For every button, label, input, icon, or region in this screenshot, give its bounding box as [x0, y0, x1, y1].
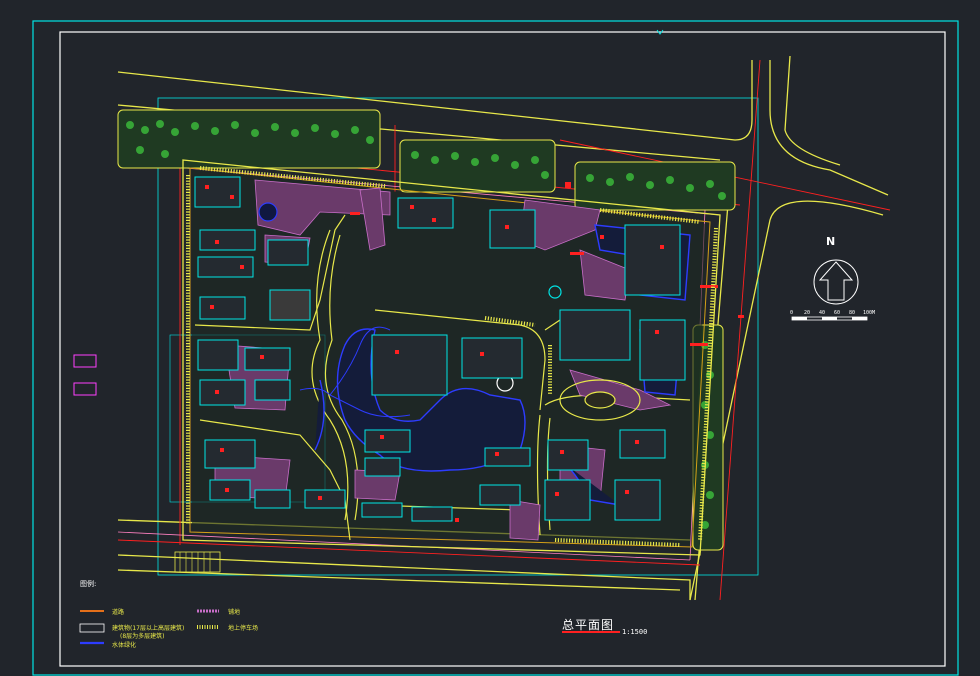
legend-heading: 图例: [80, 580, 97, 588]
legend-label-paving: 铺地 [228, 609, 241, 616]
drawing-scale: 1:1500 [622, 628, 648, 636]
north-label: N [826, 235, 836, 248]
scale-tick: 40 [819, 310, 826, 316]
scale-tick: 80 [849, 310, 856, 316]
legend-label-water: 水体绿化 [112, 642, 137, 649]
scale-tick: 0 [790, 310, 794, 316]
scale-bar [791, 316, 868, 321]
legend-label-parking: 地上停车场 [228, 625, 259, 632]
legend-label-road: 道路 [112, 609, 125, 616]
scale-tick: 60 [834, 310, 841, 316]
legend-label-building-note: (8层为多层建筑) [120, 633, 165, 640]
site-plan-canvas [0, 0, 980, 676]
scale-tick: 100M [863, 310, 876, 316]
drawing-title: 总平面图 [562, 618, 615, 632]
scale-tick: 20 [804, 310, 811, 316]
